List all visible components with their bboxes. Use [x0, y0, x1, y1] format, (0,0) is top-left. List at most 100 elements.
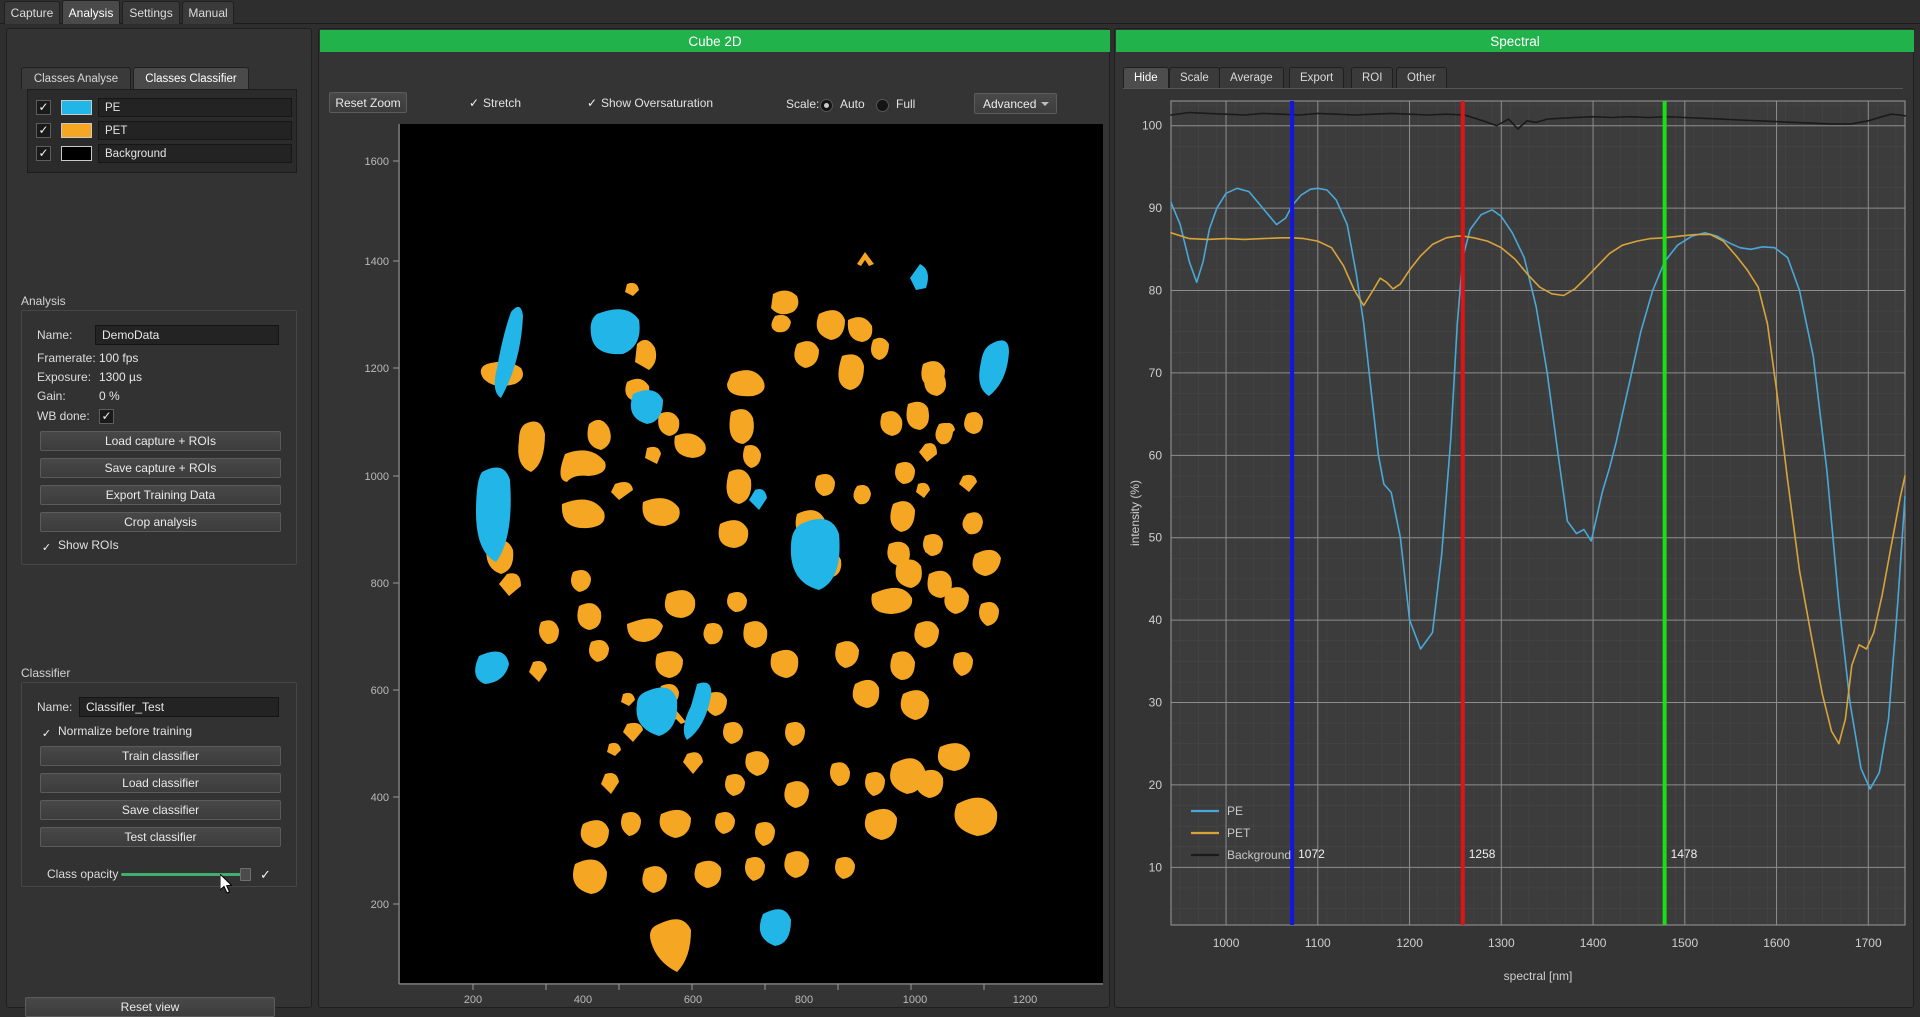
show-rois-row[interactable]: ✓ Show ROIs — [40, 538, 119, 555]
class-row-pet[interactable]: ✓ PET — [36, 121, 292, 140]
analysis-name-input[interactable]: DemoData — [95, 325, 279, 345]
class-name-pet[interactable]: PET — [98, 121, 292, 140]
class-color-swatch-pet[interactable] — [61, 123, 92, 138]
spectral-title: Spectral — [1116, 30, 1914, 52]
svg-text:20: 20 — [1149, 778, 1163, 792]
gain-label: Gain: — [37, 389, 66, 403]
class-checkbox-background[interactable]: ✓ — [36, 146, 51, 161]
spectral-tab-other[interactable]: Other — [1396, 67, 1447, 88]
spectral-tab-scale[interactable]: Scale — [1169, 67, 1220, 88]
exposure-label: Exposure: — [37, 370, 91, 384]
analysis-name-label: Name: — [37, 328, 72, 342]
svg-text:1600: 1600 — [365, 156, 389, 168]
spectral-tab-hide[interactable]: Hide — [1123, 67, 1169, 88]
svg-text:10: 10 — [1149, 860, 1163, 874]
svg-text:1200: 1200 — [1396, 936, 1423, 950]
train-classifier-button[interactable]: Train classifier — [40, 746, 281, 766]
cube-2d-plot[interactable]: 1600 1400 1200 1000 800 600 400 200 — [327, 124, 1103, 1004]
classifier-name-input[interactable]: Classifier_Test — [79, 697, 279, 717]
load-capture-rois-button[interactable]: Load capture + ROIs — [40, 431, 281, 451]
svg-text:600: 600 — [371, 685, 389, 697]
subtab-classes-analyse[interactable]: Classes Analyse — [21, 67, 131, 89]
scale-auto-label[interactable]: Auto — [840, 97, 865, 111]
export-training-data-button[interactable]: Export Training Data — [40, 485, 281, 505]
svg-text:100: 100 — [1142, 119, 1162, 133]
stretch-row[interactable]: ✓Stretch — [469, 96, 521, 110]
y-axis-title: intensity (%) — [1128, 480, 1142, 546]
svg-text:80: 80 — [1149, 284, 1163, 298]
class-color-swatch-pe[interactable] — [61, 100, 92, 115]
svg-text:40: 40 — [1149, 613, 1163, 627]
legend-label-pet: PET — [1227, 826, 1251, 840]
svg-text:90: 90 — [1149, 201, 1163, 215]
svg-text:70: 70 — [1149, 366, 1163, 380]
tab-capture[interactable]: Capture — [4, 1, 60, 24]
class-list: ✓ PE ✓ PET ✓ Background — [27, 89, 297, 173]
class-row-pe[interactable]: ✓ PE — [36, 98, 292, 117]
reset-view-button[interactable]: Reset view — [25, 997, 275, 1017]
scale-label: Scale: — [786, 97, 819, 111]
show-rois-checkbox[interactable]: ✓ — [40, 542, 53, 555]
tab-analysis[interactable]: Analysis — [62, 0, 120, 24]
tab-settings[interactable]: Settings — [122, 1, 180, 24]
normalize-checkbox[interactable]: ✓ — [40, 728, 53, 741]
stretch-checkbox[interactable]: ✓ — [469, 96, 483, 110]
wb-done-label: WB done: — [37, 409, 90, 423]
main-tab-bar: Capture Analysis Settings Manual — [0, 0, 1920, 24]
test-classifier-button[interactable]: Test classifier — [40, 827, 281, 847]
crop-analysis-button[interactable]: Crop analysis — [40, 512, 281, 532]
legend-label-background: Background — [1227, 848, 1291, 862]
class-opacity-slider-handle[interactable] — [240, 868, 251, 881]
class-row-background[interactable]: ✓ Background — [36, 144, 292, 163]
show-rois-label: Show ROIs — [58, 538, 119, 552]
spectral-tab-average[interactable]: Average — [1219, 67, 1284, 88]
svg-text:200: 200 — [464, 994, 482, 1004]
class-opacity-slider[interactable] — [121, 873, 244, 876]
load-classifier-button[interactable]: Load classifier — [40, 773, 281, 793]
svg-text:1000: 1000 — [365, 471, 389, 483]
spectral-tab-roi[interactable]: ROI — [1351, 67, 1393, 88]
class-name-pe[interactable]: PE — [98, 98, 292, 117]
svg-text:1400: 1400 — [365, 256, 389, 268]
svg-text:600: 600 — [684, 994, 702, 1004]
save-capture-rois-button[interactable]: Save capture + ROIs — [40, 458, 281, 478]
svg-text:400: 400 — [371, 792, 389, 804]
class-checkbox-pe[interactable]: ✓ — [36, 100, 51, 115]
show-oversaturation-row[interactable]: ✓Show Oversaturation — [587, 96, 713, 110]
spectral-tab-export[interactable]: Export — [1289, 67, 1344, 88]
svg-text:800: 800 — [795, 994, 813, 1004]
cube-2d-title: Cube 2D — [320, 30, 1110, 52]
analysis-group-label: Analysis — [21, 294, 66, 308]
svg-text:1200: 1200 — [365, 363, 389, 375]
advanced-dropdown-label: Advanced — [983, 97, 1036, 111]
class-checkbox-pet[interactable]: ✓ — [36, 123, 51, 138]
scale-auto-radio[interactable] — [820, 99, 833, 112]
gain-value: 0 % — [99, 389, 120, 403]
svg-text:1100: 1100 — [1305, 936, 1331, 950]
wavelength-marker-label-1258: 1258 — [1469, 847, 1496, 861]
advanced-dropdown[interactable]: Advanced — [974, 93, 1057, 114]
tab-manual[interactable]: Manual — [182, 1, 234, 24]
classifier-group-label: Classifier — [21, 666, 70, 680]
cube-2d-panel: Cube 2D Reset Zoom ✓Stretch ✓Show Oversa… — [318, 28, 1110, 1008]
normalize-before-training-row[interactable]: ✓Normalize before training — [40, 724, 192, 741]
class-opacity-checkbox[interactable]: ✓ — [260, 867, 271, 883]
framerate-label: Framerate: — [37, 351, 96, 365]
svg-text:30: 30 — [1149, 696, 1163, 710]
spectral-plot[interactable]: 1020304050607080901001000110012001300140… — [1119, 93, 1911, 1005]
scale-full-label[interactable]: Full — [896, 97, 915, 111]
subtab-classes-classifier[interactable]: Classes Classifier — [133, 67, 249, 89]
wavelength-marker-label-1478: 1478 — [1671, 847, 1698, 861]
main-body: Classes Analyse Classes Classifier ✓ PE … — [0, 24, 1920, 1013]
reset-zoom-button[interactable]: Reset Zoom — [329, 92, 407, 113]
scale-full-radio[interactable] — [876, 99, 889, 112]
class-name-background[interactable]: Background — [98, 144, 292, 163]
stretch-label: Stretch — [483, 96, 521, 110]
svg-text:200: 200 — [371, 899, 389, 911]
oversaturation-checkbox[interactable]: ✓ — [587, 96, 601, 110]
svg-text:1300: 1300 — [1488, 936, 1515, 950]
oversaturation-label: Show Oversaturation — [601, 96, 713, 110]
class-color-swatch-background[interactable] — [61, 146, 92, 161]
wb-done-checkbox[interactable]: ✓ — [99, 409, 114, 424]
save-classifier-button[interactable]: Save classifier — [40, 800, 281, 820]
